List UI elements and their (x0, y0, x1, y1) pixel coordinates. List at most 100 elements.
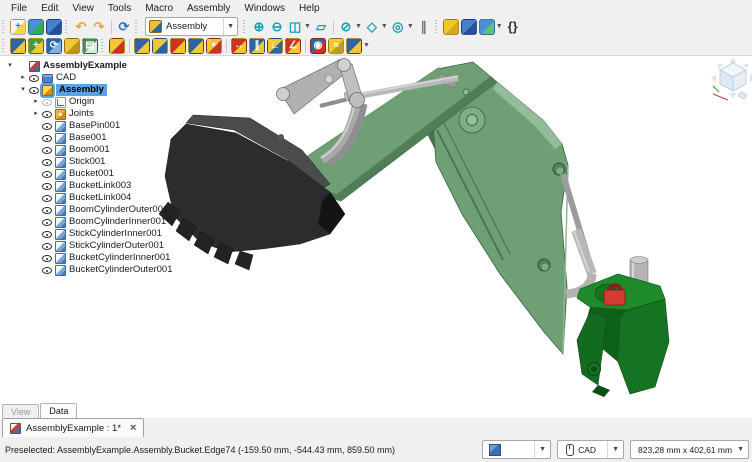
zoom-out-icon[interactable]: ⊖ (269, 19, 285, 35)
joint-slider-icon[interactable] (188, 38, 204, 54)
open-document-icon[interactable] (28, 19, 44, 35)
toolbar-grip[interactable] (101, 39, 105, 52)
visibility-eye-icon[interactable] (41, 97, 53, 107)
tree-row[interactable]: BoomCylinderOuter001 (2, 204, 172, 216)
chevron-down-icon[interactable]: ▼ (496, 23, 503, 30)
tree-row[interactable]: Bucket001 (2, 168, 172, 180)
menu-item[interactable]: Tools (101, 1, 138, 16)
solve-assembly-icon[interactable]: ⟳ (46, 38, 62, 54)
toolbar-grip[interactable] (435, 20, 439, 33)
tree-row[interactable]: BucketCylinderInner001 (2, 252, 172, 264)
tree-row[interactable]: ▾ AssemblyExample (2, 60, 172, 72)
visibility-eye-icon[interactable] (41, 121, 53, 131)
chevron-down-icon[interactable]: ▼ (407, 23, 414, 30)
tree-row[interactable]: Base001 (2, 132, 172, 144)
box-selection-icon[interactable]: ▱ (313, 19, 329, 35)
visibility-eye-icon[interactable] (41, 109, 53, 119)
chevron-down-icon[interactable]: ▼ (304, 23, 311, 30)
fit-all-icon[interactable]: ◫ (287, 19, 303, 35)
joint-revolute-icon[interactable] (152, 38, 168, 54)
toolbar-grip[interactable] (243, 20, 247, 33)
tree-row[interactable]: BucketCylinderOuter001 (2, 264, 172, 276)
expression-braces-icon[interactable]: {} (505, 19, 521, 35)
measure-icon[interactable]: ∥ (416, 19, 432, 35)
tree-row[interactable]: BucketLink003 (2, 180, 172, 192)
menu-item[interactable]: Edit (34, 1, 65, 16)
visibility-eye-icon[interactable] (41, 217, 53, 227)
axonometric-view-icon[interactable]: ◇ (364, 19, 380, 35)
tree-row[interactable]: ▾ Assembly (2, 84, 172, 96)
panels-folder-icon[interactable] (461, 19, 477, 35)
chevron-down-icon[interactable]: ▼ (363, 42, 370, 49)
toolbar-grip[interactable] (2, 20, 6, 33)
boom-cylinder-part[interactable] (563, 174, 592, 294)
tree-expander-icon[interactable]: ▾ (5, 60, 15, 72)
document-tab[interactable]: AssemblyExample : 1* × (2, 418, 144, 437)
toolbar-grip[interactable] (65, 20, 69, 33)
zoom-in-icon[interactable]: ⊕ (251, 19, 267, 35)
save-document-icon[interactable] (46, 19, 62, 35)
refresh-icon[interactable]: ⟳ (116, 19, 132, 35)
visibility-eye-icon[interactable] (41, 169, 53, 179)
chevron-down-icon[interactable]: ▼ (381, 23, 388, 30)
navigation-style-combo[interactable]: CAD ▼ (557, 440, 624, 459)
visibility-eye-icon[interactable] (41, 145, 53, 155)
bucket-part[interactable] (159, 115, 345, 270)
tree-row[interactable]: BucketLink004 (2, 192, 172, 204)
joint-parallel-icon[interactable]: ∥ (249, 38, 265, 54)
create-part-icon[interactable] (64, 38, 80, 54)
joint-ball-icon[interactable]: + (206, 38, 222, 54)
undo-icon[interactable]: ↶ (73, 19, 89, 35)
view-size-combo[interactable]: 823,28 mm x 402,61 mm ▼ (630, 440, 749, 459)
tree-row[interactable]: BoomCylinderInner001 (2, 216, 172, 228)
tree-expander-icon[interactable]: ▾ (18, 84, 28, 96)
visibility-eye-icon[interactable] (41, 181, 53, 191)
visibility-eye-icon[interactable] (41, 157, 53, 167)
toolbar-grip[interactable] (135, 20, 139, 33)
draw-style-combo[interactable]: ▼ (482, 440, 551, 459)
visibility-eye-icon[interactable] (41, 229, 53, 239)
create-assembly-icon[interactable] (10, 38, 26, 54)
menu-item[interactable]: File (4, 1, 34, 16)
visibility-eye-icon[interactable] (28, 85, 40, 95)
menu-item[interactable]: Windows (237, 1, 292, 16)
workbench-selector[interactable]: Assembly ▼ (145, 17, 238, 36)
joint-distance-icon[interactable]: ↔ (231, 38, 247, 54)
joint-angle-icon[interactable]: ∠ (285, 38, 301, 54)
menu-item[interactable]: View (65, 1, 101, 16)
joint-belt-icon[interactable]: ≈ (328, 38, 344, 54)
tab-view[interactable]: View (2, 404, 39, 419)
tree-row[interactable]: Boom001 (2, 144, 172, 156)
toggle-grounded-icon[interactable] (109, 38, 125, 54)
macro-icon[interactable] (443, 19, 459, 35)
tree-expander-icon[interactable]: ▸ (31, 96, 41, 108)
menu-item[interactable]: Help (292, 1, 327, 16)
tab-data[interactable]: Data (40, 403, 77, 419)
joint-gear-belt-icon[interactable] (346, 38, 362, 54)
tree-expander-icon[interactable]: ▸ (18, 72, 28, 84)
visibility-eye-icon[interactable] (41, 193, 53, 203)
visibility-eye-icon[interactable] (41, 205, 53, 215)
redo-icon[interactable]: ↷ (91, 19, 107, 35)
close-icon[interactable]: × (130, 424, 136, 433)
joint-fixed-icon[interactable] (134, 38, 150, 54)
tree-row[interactable]: ▸ CAD (2, 72, 172, 84)
visibility-eye-icon[interactable] (41, 241, 53, 251)
visibility-eye-icon[interactable] (41, 253, 53, 263)
toolbar-grip[interactable] (2, 39, 6, 52)
draw-style-icon[interactable]: ⊘ (338, 19, 354, 35)
tree-row[interactable]: ▸ Origin (2, 96, 172, 108)
navigation-cube[interactable] (711, 58, 752, 100)
visibility-eye-icon[interactable] (41, 133, 53, 143)
zoom-tools-icon[interactable]: ◎ (390, 19, 406, 35)
tree-row[interactable]: StickCylinderInner001 (2, 228, 172, 240)
tree-expander-icon[interactable]: ▸ (31, 108, 41, 120)
visibility-eye-icon[interactable] (28, 73, 40, 83)
bill-of-materials-icon[interactable]: ▤ (82, 38, 98, 54)
tree-row[interactable]: Stick001 (2, 156, 172, 168)
chevron-down-icon[interactable]: ▼ (355, 23, 362, 30)
menu-item[interactable]: Assembly (180, 1, 237, 16)
tree-row[interactable]: ▸ Joints (2, 108, 172, 120)
new-document-icon[interactable]: + (10, 19, 26, 35)
tree-row[interactable]: BasePin001 (2, 120, 172, 132)
